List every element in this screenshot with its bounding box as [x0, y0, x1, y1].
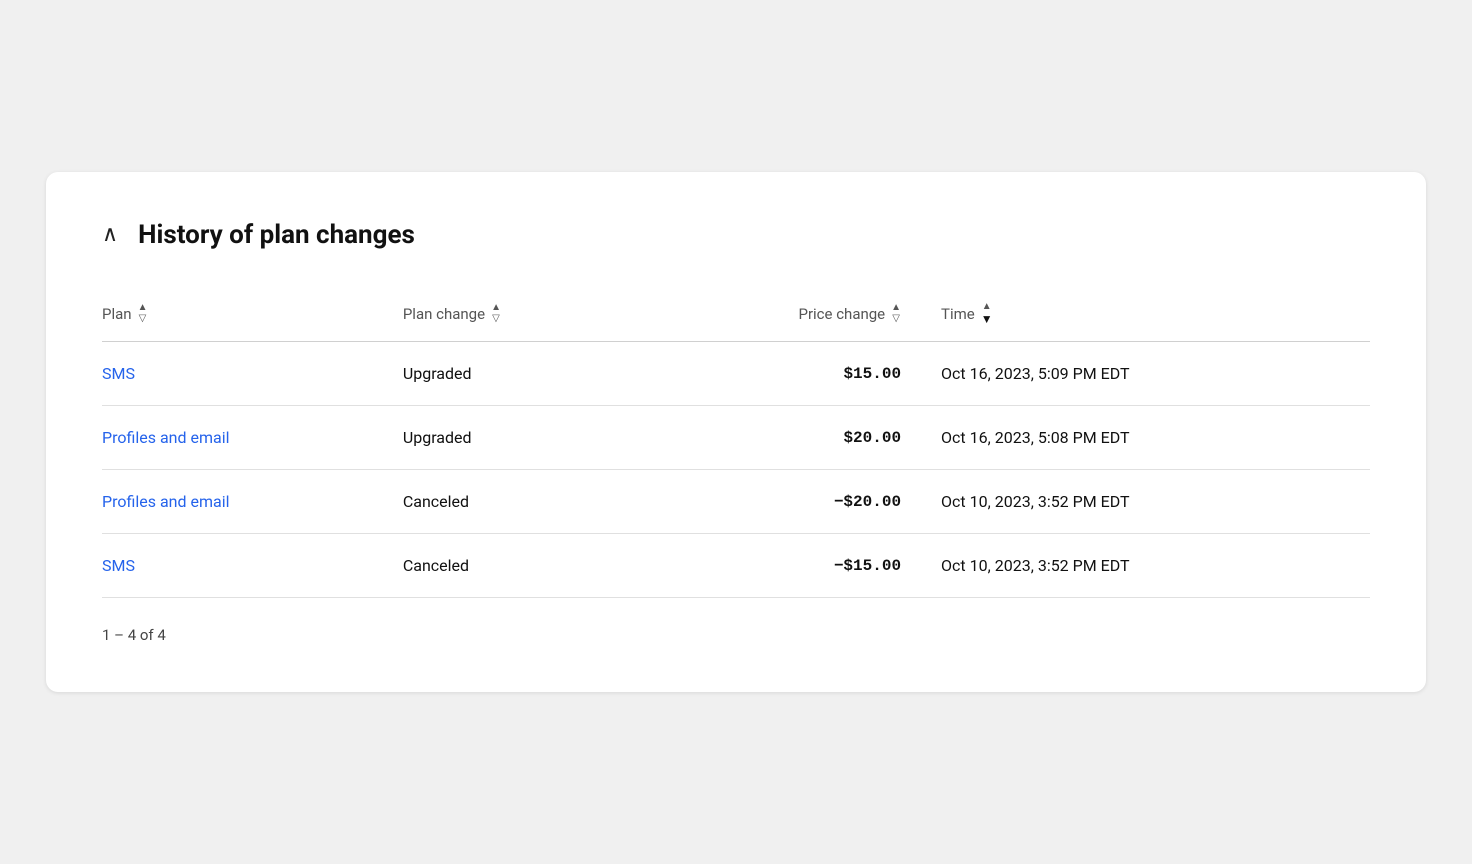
- plan-change-cell: Upgraded: [403, 406, 642, 470]
- history-card: ∧ History of plan changes Plan ▲ ▽ Plan: [46, 172, 1426, 692]
- table-row: Profiles and email Upgraded$20.00Oct 16, …: [102, 406, 1370, 470]
- page-title: History of plan changes: [138, 220, 415, 250]
- plan-change-cell: Upgraded: [403, 342, 642, 406]
- sort-icon-plan: ▲ ▽: [138, 303, 148, 324]
- table-row: SMS Upgraded$15.00Oct 16, 2023, 5:09 PM E…: [102, 342, 1370, 406]
- column-header-plan-change: Plan change ▲ ▽: [403, 290, 642, 342]
- time-cell: Oct 10, 2023, 3:52 PM EDT: [941, 470, 1370, 534]
- table-row: Profiles and email Canceled−$20.00Oct 10,…: [102, 470, 1370, 534]
- column-header-plan: Plan ▲ ▽: [102, 290, 403, 342]
- time-cell: Oct 16, 2023, 5:08 PM EDT: [941, 406, 1370, 470]
- price-change-cell: $20.00: [642, 406, 941, 470]
- price-change-cell: $15.00: [642, 342, 941, 406]
- plan-link[interactable]: SMS: [102, 556, 135, 575]
- time-cell: Oct 10, 2023, 3:52 PM EDT: [941, 534, 1370, 598]
- plan-changes-table: Plan ▲ ▽ Plan change ▲ ▽: [102, 290, 1370, 598]
- sort-plan-change[interactable]: Plan change ▲ ▽: [403, 303, 501, 324]
- collapse-icon[interactable]: ∧: [102, 224, 118, 246]
- plan-link[interactable]: SMS: [102, 364, 135, 383]
- sort-plan[interactable]: Plan ▲ ▽: [102, 303, 147, 324]
- plan-link[interactable]: Profiles and email: [102, 428, 229, 447]
- sort-icon-price-change: ▲ ▽: [891, 303, 901, 324]
- card-header: ∧ History of plan changes: [102, 220, 1370, 250]
- plan-change-cell: Canceled: [403, 534, 642, 598]
- price-change-cell: −$15.00: [642, 534, 941, 598]
- table-header-row: Plan ▲ ▽ Plan change ▲ ▽: [102, 290, 1370, 342]
- sort-icon-time: ▲ ▼: [981, 302, 993, 325]
- plan-link[interactable]: Profiles and email: [102, 492, 229, 511]
- table-row: SMS Canceled−$15.00Oct 10, 2023, 3:52 PM …: [102, 534, 1370, 598]
- sort-price-change[interactable]: Price change ▲ ▽: [642, 303, 901, 324]
- time-cell: Oct 16, 2023, 5:09 PM EDT: [941, 342, 1370, 406]
- sort-icon-plan-change: ▲ ▽: [491, 303, 501, 324]
- column-header-price-change: Price change ▲ ▽: [642, 290, 941, 342]
- price-change-cell: −$20.00: [642, 470, 941, 534]
- plan-change-cell: Canceled: [403, 470, 642, 534]
- pagination-label: 1 – 4 of 4: [102, 626, 1370, 644]
- sort-time[interactable]: Time ▲ ▼: [941, 302, 993, 325]
- column-header-time: Time ▲ ▼: [941, 290, 1370, 342]
